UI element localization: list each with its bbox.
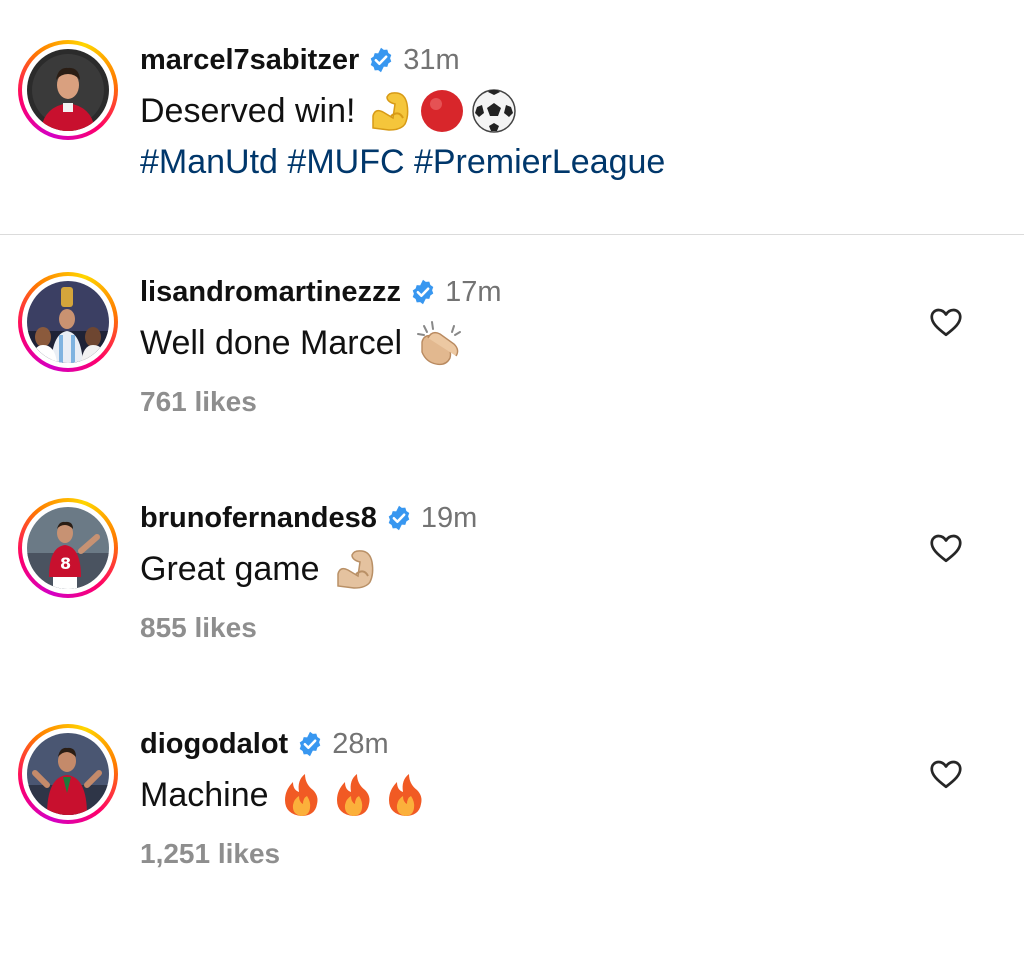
fire-icon	[336, 774, 370, 816]
avatar-diogodalot[interactable]	[18, 724, 118, 824]
soccer-ball-icon	[472, 89, 517, 133]
heart-outline-icon[interactable]	[928, 756, 964, 792]
fire-icon	[284, 774, 318, 816]
avatar-photo	[27, 281, 109, 363]
avatar-lisandromartinezzz[interactable]	[18, 272, 118, 372]
caption-text: Deserved win!	[140, 92, 356, 130]
username[interactable]: diogodalot	[140, 724, 288, 764]
flexed-biceps-icon	[336, 550, 373, 589]
comment-text: Great game	[140, 550, 320, 588]
avatar-marcel7sabitzer[interactable]	[18, 40, 118, 140]
likes-count[interactable]: 855 likes	[140, 608, 934, 648]
post-caption: marcel7sabitzer 31m Deserved win! #ManUt…	[0, 0, 1024, 234]
timestamp: 19m	[420, 502, 478, 534]
verified-badge-icon	[296, 730, 324, 758]
clapping-hands-icon	[417, 321, 462, 366]
avatar-photo: 8	[27, 507, 109, 589]
svg-text:8: 8	[60, 554, 71, 573]
verified-badge-icon	[409, 278, 437, 306]
timestamp: 31m	[403, 44, 460, 76]
comment-text: Machine	[140, 776, 269, 814]
username[interactable]: marcel7sabitzer	[140, 40, 359, 80]
fire-icon	[388, 774, 422, 816]
avatar-brunofernandes8[interactable]: 8	[18, 498, 118, 598]
username[interactable]: brunofernandes8	[140, 498, 377, 538]
likes-count[interactable]: 761 likes	[140, 382, 934, 422]
verified-badge-icon	[385, 504, 413, 532]
username[interactable]: lisandromartinezzz	[140, 272, 401, 312]
comment-text: Well done Marcel	[140, 324, 403, 362]
divider	[0, 234, 1024, 235]
likes-count[interactable]: 1,251 likes	[140, 834, 934, 874]
red-circle-icon	[421, 90, 464, 132]
timestamp: 17m	[445, 276, 502, 308]
hashtags[interactable]: #ManUtd #MUFC #PremierLeague	[140, 136, 934, 188]
avatar-photo	[27, 733, 109, 815]
verified-badge-icon	[367, 46, 395, 74]
avatar-photo	[27, 49, 109, 131]
heart-outline-icon[interactable]	[928, 304, 964, 340]
flexed-biceps-icon	[372, 92, 409, 131]
heart-outline-icon[interactable]	[928, 530, 964, 566]
timestamp: 28m	[332, 728, 389, 760]
